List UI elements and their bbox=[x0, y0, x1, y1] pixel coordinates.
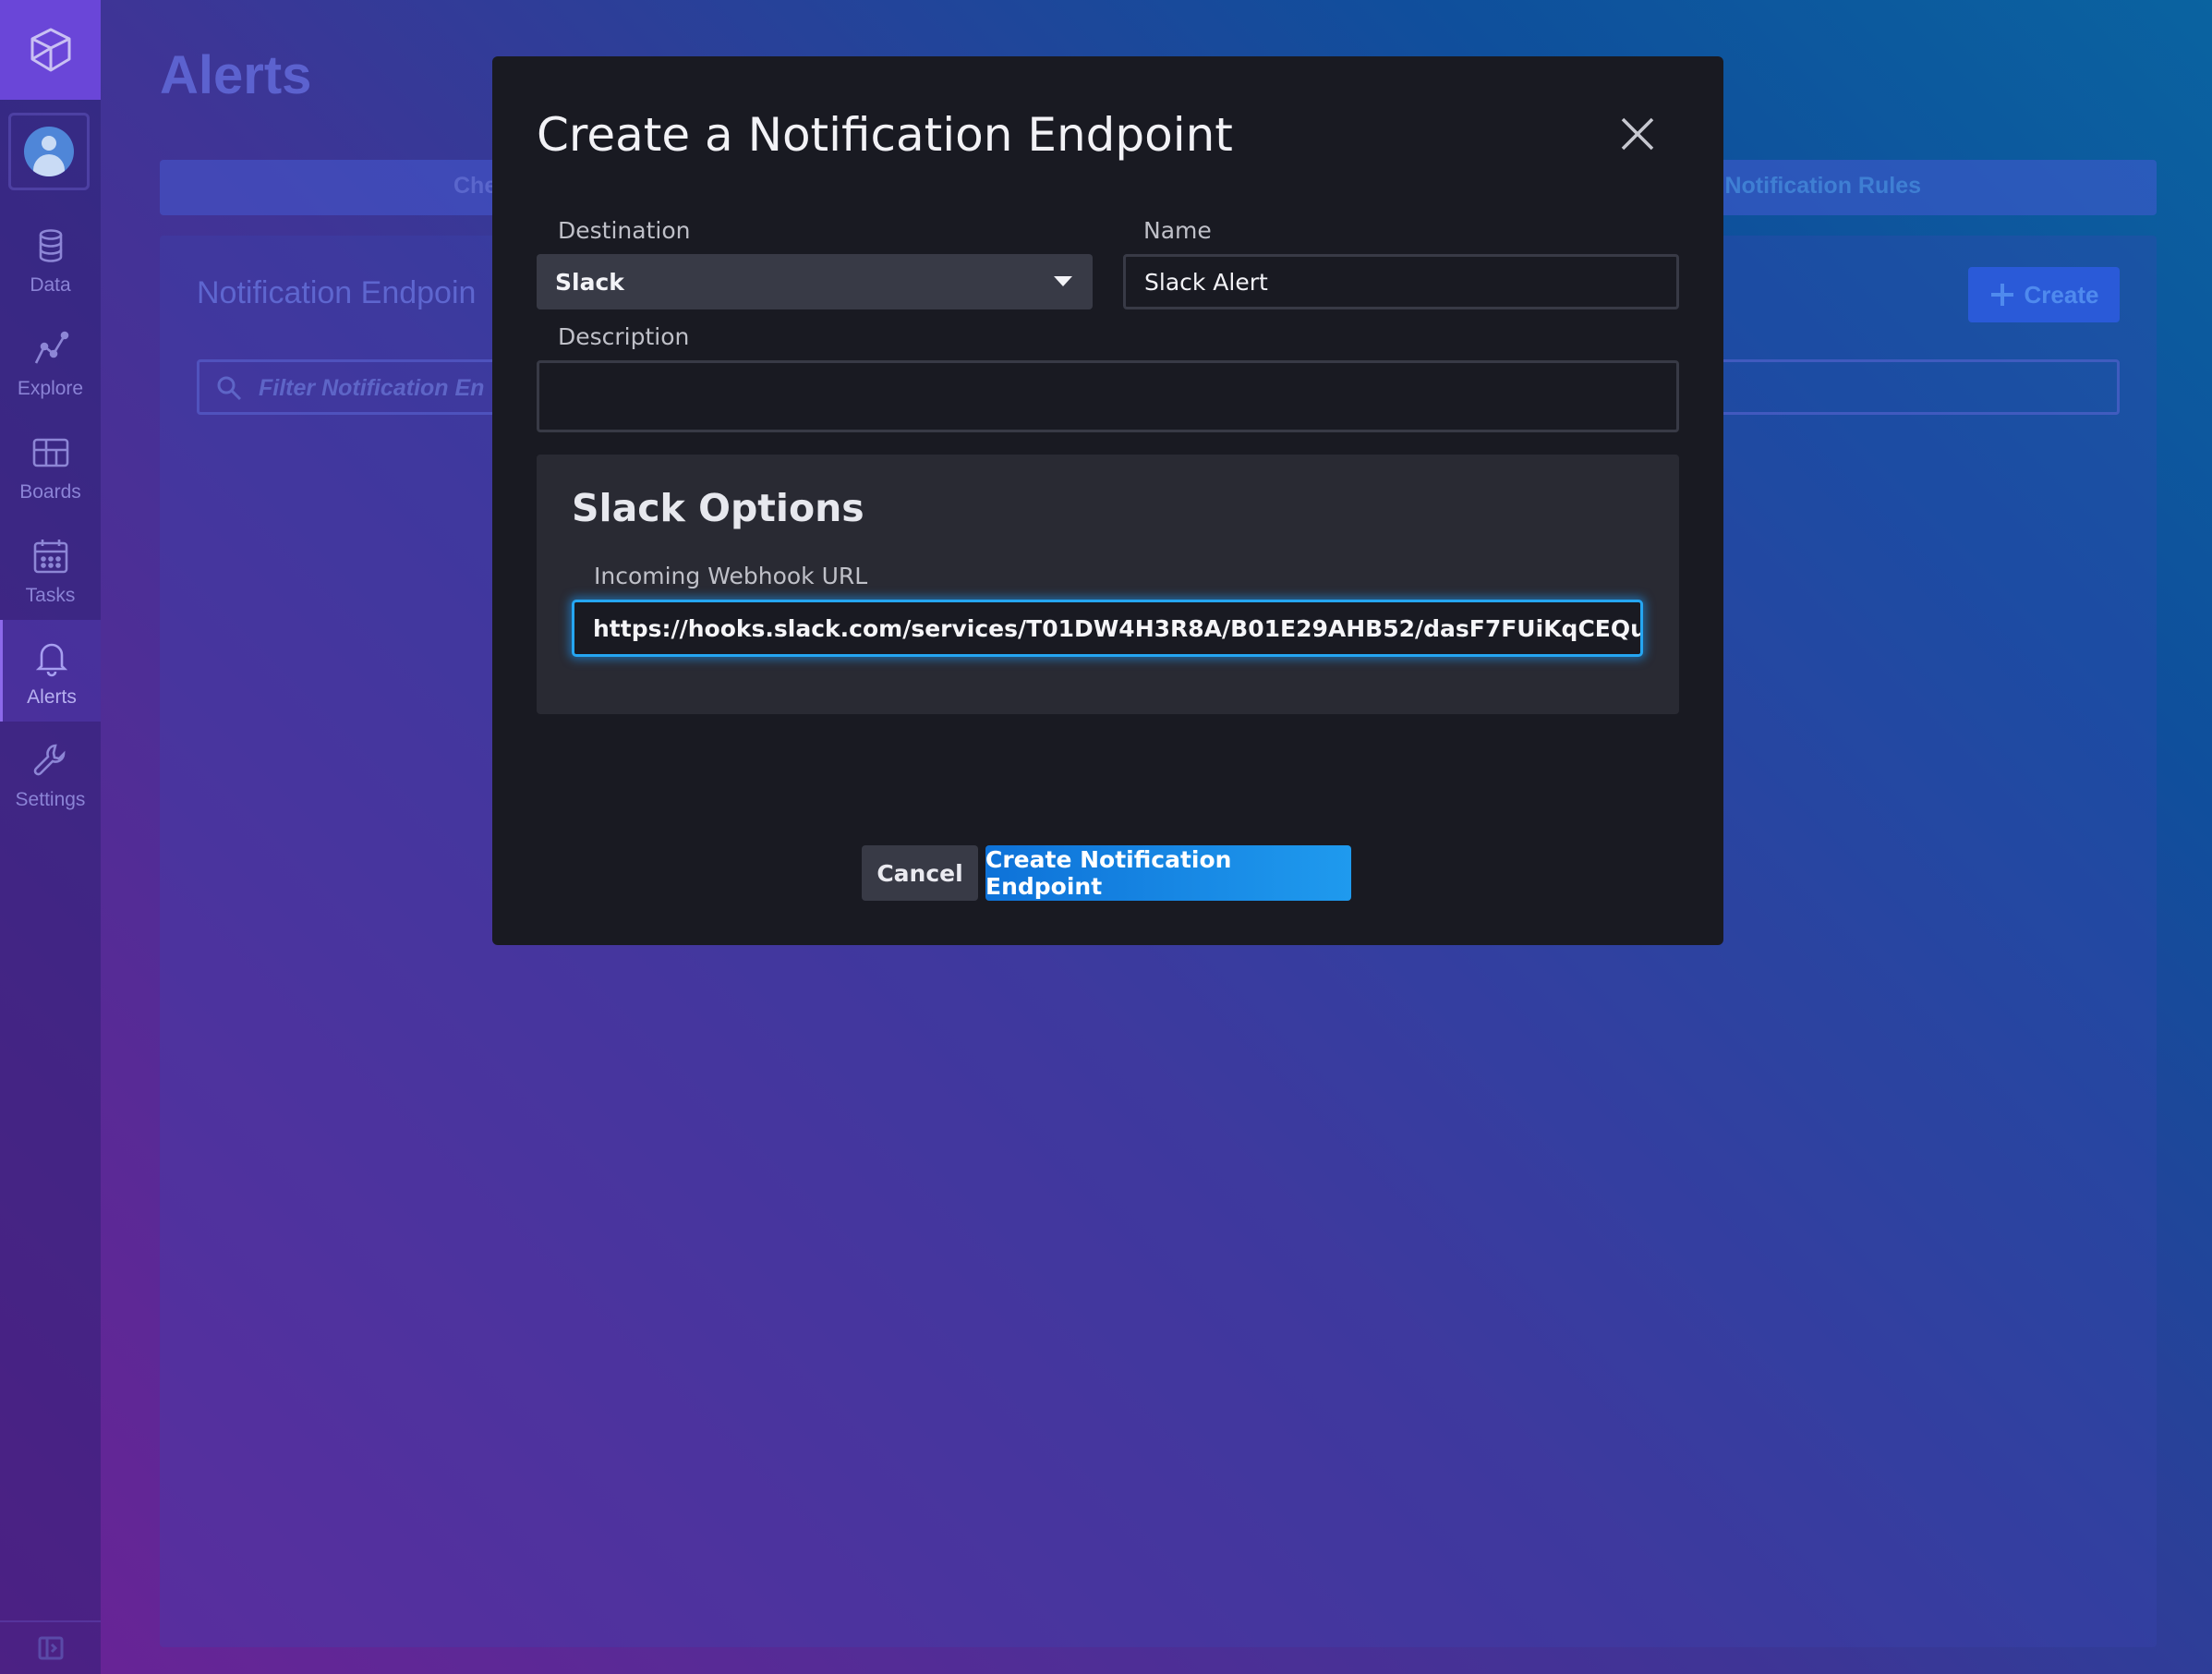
sidebar-item-explore[interactable]: Explore bbox=[0, 311, 101, 413]
plus-icon bbox=[1990, 284, 2013, 306]
destination-value: Slack bbox=[555, 268, 624, 296]
sidebar-item-label: Boards bbox=[19, 481, 81, 503]
search-icon bbox=[217, 376, 242, 401]
sidebar-item-tasks[interactable]: Tasks bbox=[0, 518, 101, 620]
sidebar-item-label: Tasks bbox=[25, 585, 76, 606]
sidebar-item-label: Data bbox=[30, 274, 71, 296]
name-value: Slack Alert bbox=[1144, 268, 1268, 296]
description-input[interactable] bbox=[537, 360, 1679, 432]
filter-placeholder: Filter Notification En bbox=[259, 375, 485, 401]
close-icon bbox=[1621, 117, 1654, 151]
tab-notification-rules[interactable]: Notification Rules bbox=[1724, 173, 1921, 200]
tab-checks[interactable]: Che bbox=[453, 173, 497, 200]
section-title: Notification Endpoin bbox=[197, 275, 477, 310]
caret-down-icon bbox=[1054, 276, 1072, 286]
sidebar-item-boards[interactable]: Boards bbox=[0, 415, 101, 516]
calendar-icon bbox=[33, 540, 67, 574]
sidebar-item-data[interactable]: Data bbox=[0, 208, 101, 309]
collapse-sidebar-button[interactable] bbox=[0, 1620, 101, 1674]
webhook-url-label: Incoming Webhook URL bbox=[594, 563, 868, 589]
sidebar-item-settings[interactable]: Settings bbox=[0, 722, 101, 824]
options-title: Slack Options bbox=[572, 486, 864, 530]
user-avatar-icon bbox=[24, 127, 74, 176]
slack-options-panel: Slack Options Incoming Webhook URL https… bbox=[537, 455, 1679, 714]
create-endpoint-modal: Create a Notification Endpoint Destinati… bbox=[492, 56, 1723, 945]
collapse-sidebar-icon bbox=[38, 1636, 63, 1660]
webhook-url-value: https://hooks.slack.com/services/T01DW4H… bbox=[593, 614, 1643, 642]
modal-title: Create a Notification Endpoint bbox=[537, 108, 1233, 162]
user-avatar-button[interactable] bbox=[8, 113, 90, 190]
cancel-button[interactable]: Cancel bbox=[862, 845, 978, 901]
name-input[interactable]: Slack Alert bbox=[1123, 254, 1679, 309]
destination-select[interactable]: Slack bbox=[537, 254, 1093, 309]
sidebar-item-label: Settings bbox=[15, 789, 86, 810]
graph-line-icon bbox=[34, 331, 68, 364]
sidebar-item-alerts[interactable]: Alerts bbox=[0, 620, 101, 722]
create-button-label: Create bbox=[2024, 280, 2099, 309]
bell-icon bbox=[35, 643, 68, 677]
dashboard-grid-icon bbox=[32, 438, 68, 467]
description-label: Description bbox=[558, 323, 690, 350]
sidebar: Data Explore Boards Tasks Alerts Setting… bbox=[0, 0, 101, 1674]
create-endpoint-button[interactable]: Create bbox=[1968, 267, 2120, 322]
sidebar-item-label: Alerts bbox=[27, 686, 77, 708]
create-notification-endpoint-button[interactable]: Create Notification Endpoint bbox=[985, 845, 1351, 901]
close-modal-button[interactable] bbox=[1619, 115, 1656, 152]
name-label: Name bbox=[1143, 217, 1212, 244]
sidebar-item-label: Explore bbox=[17, 378, 84, 399]
database-icon bbox=[39, 229, 62, 262]
webhook-url-input[interactable]: https://hooks.slack.com/services/T01DW4H… bbox=[572, 600, 1643, 657]
wrench-icon bbox=[33, 744, 65, 776]
cube-logo-icon[interactable] bbox=[0, 0, 101, 100]
destination-label: Destination bbox=[558, 217, 691, 244]
page-title: Alerts bbox=[160, 45, 312, 105]
